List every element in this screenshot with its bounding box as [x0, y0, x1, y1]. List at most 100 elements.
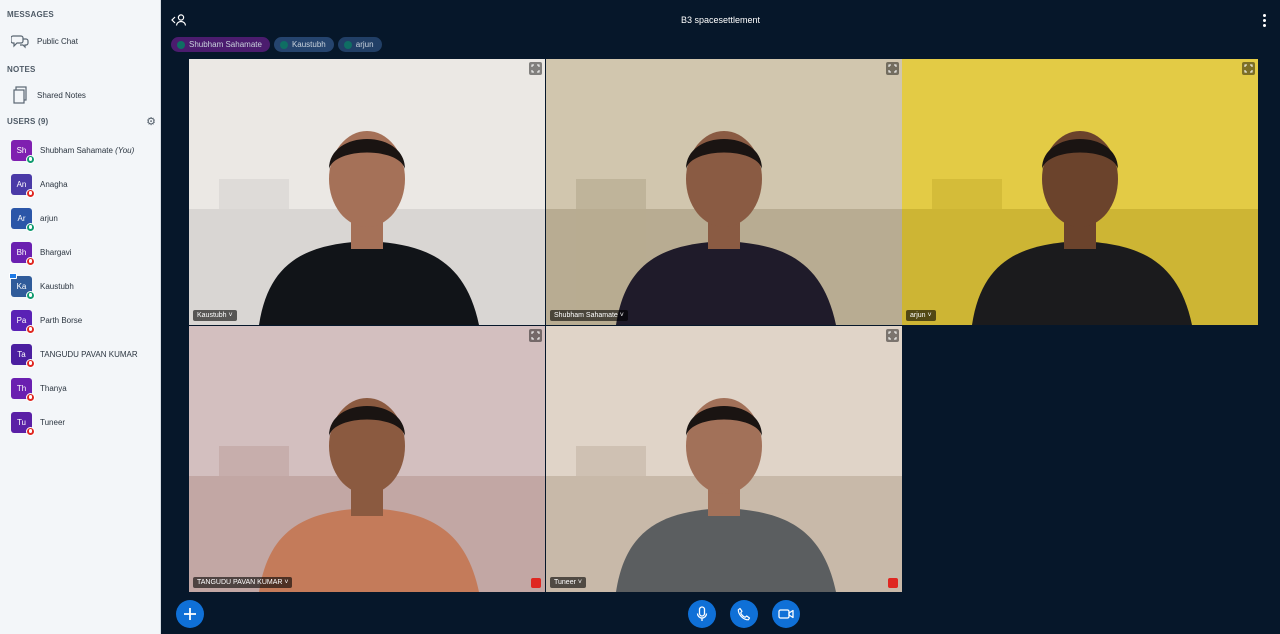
- user-list-item[interactable]: Ta TANGUDU PAVAN KUMAR: [0, 339, 160, 369]
- user-name: Anagha: [40, 180, 68, 189]
- user-name: Parth Borse: [40, 316, 82, 325]
- user-list-item[interactable]: Sh Shubham Sahamate (You): [0, 135, 160, 165]
- chevron-down-icon: ˅: [282, 579, 289, 586]
- user-name-text: Tuneer: [40, 417, 66, 427]
- user-name-text: Thanya: [40, 383, 67, 393]
- video-tile[interactable]: arjun ˅: [902, 59, 1258, 325]
- chevron-down-icon: ˅: [925, 312, 932, 319]
- user-name: Bhargavi: [40, 248, 72, 257]
- user-list-item[interactable]: Pa Parth Borse: [0, 305, 160, 335]
- video-user-name: Tuneer: [554, 579, 576, 586]
- users-section-title: USERS (9): [7, 117, 49, 126]
- user-name-text: Anagha: [40, 179, 68, 189]
- talker-pill[interactable]: arjun: [337, 37, 382, 52]
- avatar: An: [11, 173, 35, 198]
- avatar: Ta: [11, 343, 35, 368]
- avatar-initials: Sh: [16, 145, 27, 155]
- user-name-text: TANGUDU PAVAN KUMAR: [40, 349, 138, 359]
- user-list-item[interactable]: Ka Kaustubh: [0, 271, 160, 301]
- public-chat-item[interactable]: Public Chat: [0, 27, 160, 55]
- video-user-name: arjun: [910, 312, 926, 319]
- fullscreen-icon[interactable]: [529, 329, 542, 342]
- user-name: Thanya: [40, 384, 67, 393]
- mic-on-icon: [26, 222, 35, 232]
- messages-section-title: MESSAGES: [7, 10, 54, 19]
- mic-muted-icon: [26, 392, 35, 402]
- webcam-feed: [902, 59, 1258, 325]
- avatar-initials: An: [16, 179, 27, 189]
- user-list-item[interactable]: Ar arjun: [0, 203, 160, 233]
- mic-muted-icon: [26, 188, 35, 198]
- user-list-item[interactable]: Th Thanya: [0, 373, 160, 403]
- user-name-text: Kaustubh: [40, 281, 74, 291]
- user-list-item[interactable]: Bh Bhargavi: [0, 237, 160, 267]
- video-tile[interactable]: Tuneer ˅: [546, 326, 902, 592]
- video-name-tag[interactable]: Shubham Sahamate ˅: [550, 310, 628, 321]
- user-name: Kaustubh: [40, 282, 74, 291]
- user-name-text: Shubham Sahamate: [40, 145, 113, 155]
- avatar-initials: Pa: [16, 315, 27, 325]
- actions-button[interactable]: [176, 600, 204, 628]
- fullscreen-icon[interactable]: [529, 62, 542, 75]
- options-menu-button[interactable]: [1259, 12, 1269, 28]
- microphone-icon: [696, 606, 708, 621]
- talker-pill[interactable]: Kaustubh: [273, 37, 334, 52]
- avatar: Ka: [9, 272, 35, 300]
- plus-icon: [184, 608, 196, 620]
- fullscreen-icon[interactable]: [886, 62, 899, 75]
- mic-muted-icon: [888, 578, 898, 588]
- shared-notes-label: Shared Notes: [37, 90, 86, 100]
- meeting-title: B3 spacesettlement: [680, 15, 761, 25]
- mute-button[interactable]: [688, 600, 716, 628]
- sidebar: MESSAGES Public Chat NOTES Shared Notes …: [0, 0, 161, 634]
- avatar-initials: Ka: [16, 281, 27, 291]
- webcam-feed: [189, 326, 545, 592]
- notes-icon: [10, 85, 30, 105]
- user-list-item[interactable]: Tu Tuneer: [0, 407, 160, 437]
- video-name-tag[interactable]: arjun ˅: [906, 310, 936, 321]
- mic-muted-icon: [26, 426, 35, 436]
- shared-notes-item[interactable]: Shared Notes: [0, 81, 160, 109]
- avatar: Tu: [11, 411, 35, 436]
- user-name: Shubham Sahamate (You): [40, 146, 134, 155]
- mic-muted-icon: [26, 324, 35, 334]
- video-name-tag[interactable]: TANGUDU PAVAN KUMAR ˅: [193, 577, 293, 588]
- gear-icon[interactable]: ⚙: [145, 116, 157, 128]
- video-tile[interactable]: Shubham Sahamate ˅: [546, 59, 902, 325]
- leave-audio-button[interactable]: [730, 600, 758, 628]
- user-name: Tuneer: [40, 418, 65, 427]
- user-name-text: arjun: [40, 213, 58, 223]
- talker-name: arjun: [355, 40, 374, 49]
- webcam-feed: [189, 59, 545, 325]
- fullscreen-icon[interactable]: [886, 329, 899, 342]
- video-user-name: Kaustubh: [197, 312, 227, 319]
- main-area: B3 spacesettlement Shubham Sahamate Kaust…: [161, 0, 1280, 634]
- fullscreen-icon[interactable]: [1242, 62, 1255, 75]
- app-root: MESSAGES Public Chat NOTES Shared Notes …: [0, 0, 1280, 634]
- chevron-down-icon: ˅: [617, 312, 624, 319]
- avatar: Sh: [11, 139, 35, 164]
- video-tile[interactable]: TANGUDU PAVAN KUMAR ˅: [189, 326, 545, 592]
- video-tile[interactable]: Kaustubh ˅: [189, 59, 545, 325]
- talking-dot-icon: [343, 40, 352, 49]
- video-name-tag[interactable]: Tuneer ˅: [550, 577, 586, 588]
- avatar: Th: [11, 377, 35, 402]
- avatar-initials: Ar: [17, 213, 26, 223]
- chevron-down-icon: ˅: [575, 579, 582, 586]
- webcam-feed: [546, 59, 902, 325]
- avatar-initials: Bh: [16, 247, 27, 257]
- user-name-text: Parth Borse: [40, 315, 83, 325]
- phone-icon: [737, 607, 751, 621]
- talker-name: Shubham Sahamate: [189, 40, 262, 49]
- talker-pill[interactable]: Shubham Sahamate: [171, 37, 270, 52]
- video-name-tag[interactable]: Kaustubh ˅: [193, 310, 237, 321]
- avatar-initials: Tu: [16, 417, 27, 427]
- mic-muted-icon: [531, 578, 541, 588]
- chat-bubbles-icon: [10, 31, 30, 51]
- talker-name: Kaustubh: [291, 40, 326, 49]
- avatar: Pa: [11, 309, 35, 334]
- video-camera-icon: [778, 609, 794, 619]
- mic-muted-icon: [26, 358, 35, 368]
- user-list-item[interactable]: An Anagha: [0, 169, 160, 199]
- share-webcam-button[interactable]: [772, 600, 800, 628]
